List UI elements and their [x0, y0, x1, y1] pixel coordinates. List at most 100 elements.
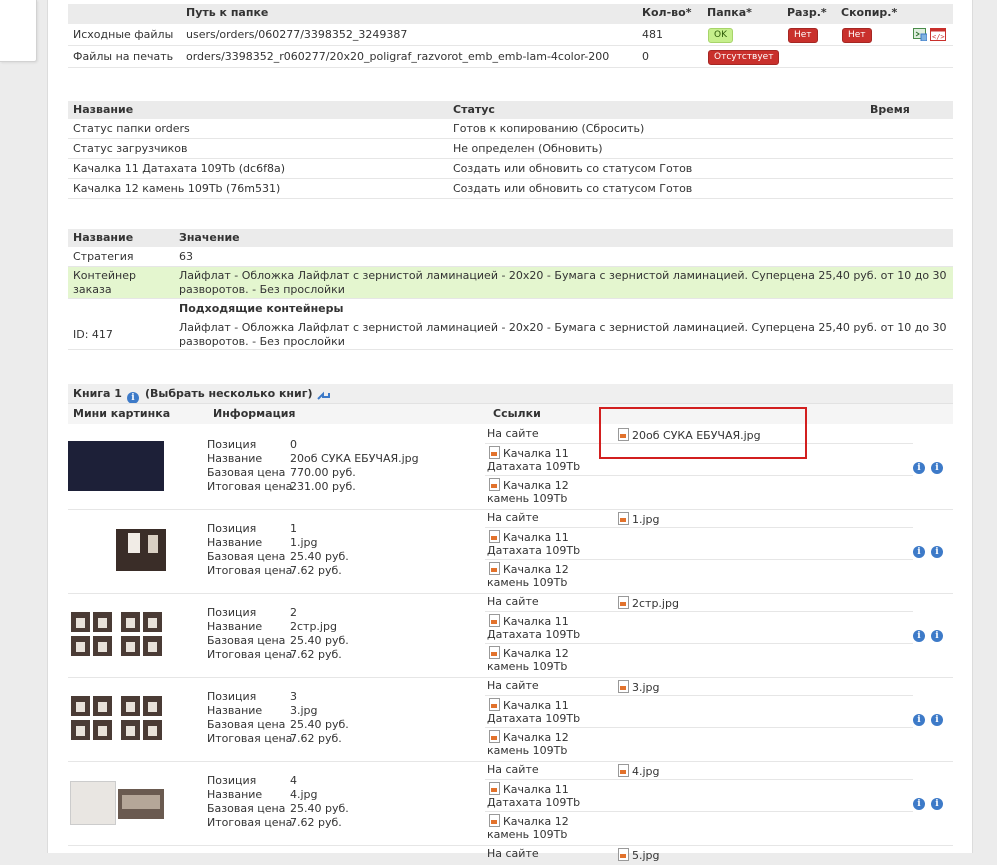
files-row: Файлы на печать orders/3398352_r060277/2… [68, 46, 953, 68]
divider [485, 727, 913, 728]
svg-text:</>: </> [932, 33, 945, 41]
container-row: Контейнер заказа Лайфлат - Обложка Лайфл… [68, 267, 953, 299]
divider [485, 475, 913, 476]
link-kachalka11[interactable]: Качалка 11 [489, 698, 569, 712]
book-item-row: Позиция 1 Название 1.jpg Базовая цена 25.40 р… [68, 509, 953, 594]
col-copied: Скопир.* [841, 6, 898, 19]
info-icon[interactable]: i [913, 796, 925, 810]
link-kachalka12[interactable]: Качалка 12 [489, 730, 569, 744]
site-file-link[interactable]: 5.jpg [618, 848, 660, 862]
link-kachalka12-sub: камень 109Tb [487, 744, 568, 757]
info-value: 2стр.jpg [290, 620, 337, 633]
file-icon [489, 814, 500, 827]
info-icon[interactable]: i [913, 544, 925, 558]
book-item-row: Позиция 4 Название 4.jpg Базовая цена 25.40 р… [68, 761, 953, 846]
files-header: Путь к папке Кол-во* Папка* Разр.* Скопи… [68, 4, 953, 24]
info-icon[interactable]: i [931, 460, 943, 474]
site-file-link[interactable]: 1.jpg [618, 512, 660, 526]
thumbnail-image[interactable] [68, 777, 164, 827]
params-header: Название Значение [68, 229, 953, 247]
file-icon [489, 646, 500, 659]
status-row: Качалка 11 Датахата 109Tb (dc6f8a) Созда… [68, 159, 953, 179]
status-row: Статус папки orders Готов к копированию … [68, 119, 953, 139]
info-value: 2 [290, 606, 297, 619]
info-label: Итоговая цена [207, 648, 293, 661]
info-label: Базовая цена [207, 466, 286, 479]
container-value: разворотов. - Без прослойки [179, 283, 345, 296]
link-kachalka11-sub: Датахата 109Tb [487, 628, 581, 641]
files-table: Путь к папке Кол-во* Папка* Разр.* Скопи… [68, 4, 953, 68]
file-icon [618, 680, 629, 693]
info-icon[interactable]: i [931, 544, 943, 558]
link-site-label: На сайте [487, 511, 539, 524]
thumbnail-image[interactable] [68, 609, 164, 659]
link-kachalka12[interactable]: Качалка 12 [489, 562, 569, 576]
files-row-path: users/orders/060277/3398352_3249387 [186, 28, 408, 41]
left-collapsed-box [0, 0, 37, 62]
info-value: 7.62 руб. [290, 732, 342, 745]
link-kachalka11[interactable]: Качалка 11 [489, 614, 569, 628]
link-site-label: На сайте [487, 763, 539, 776]
thumbnail-image[interactable] [68, 693, 164, 743]
site-file-link[interactable]: 2стр.jpg [618, 596, 679, 610]
link-kachalka12-sub: камень 109Tb [487, 576, 568, 589]
info-label: Базовая цена [207, 550, 286, 563]
info-icon[interactable]: i [931, 628, 943, 642]
divider [485, 811, 913, 812]
col-info: Информация [213, 407, 296, 420]
book-title: Книга 1 [73, 387, 122, 400]
file-icon [489, 446, 500, 459]
status-row-value[interactable]: Создать или обновить со статусом Готов [453, 159, 692, 178]
files-row-name: Исходные файлы [73, 28, 174, 41]
info-label: Базовая цена [207, 802, 286, 815]
col-folder: Папка* [707, 6, 752, 19]
link-kachalka11[interactable]: Качалка 11 [489, 782, 569, 796]
status-row-name: Качалка 12 камень 109Tb (76m531) [73, 182, 281, 195]
link-kachalka11-sub: Датахата 109Tb [487, 544, 581, 557]
link-kachalka11-sub: Датахата 109Tb [487, 796, 581, 809]
link-kachalka12[interactable]: Качалка 12 [489, 478, 569, 492]
info-icon[interactable]: i [913, 460, 925, 474]
link-kachalka11[interactable]: Качалка 11 [489, 530, 569, 544]
link-kachalka12[interactable]: Качалка 12 [489, 814, 569, 828]
status-header: Название Статус Время [68, 101, 953, 119]
link-site-label: На сайте [487, 847, 539, 860]
info-label: Позиция [207, 522, 257, 535]
link-kachalka12-sub: камень 109Tb [487, 828, 568, 841]
select-many-link[interactable]: (Выбрать несколько книг) [145, 384, 313, 403]
file-icon [489, 478, 500, 491]
info-value: 7.62 руб. [290, 648, 342, 661]
main-panel: Путь к папке Кол-во* Папка* Разр.* Скопи… [47, 0, 973, 862]
info-icon[interactable]: i [913, 712, 925, 726]
thumbnail-image[interactable] [68, 525, 166, 575]
link-kachalka12[interactable]: Качалка 12 [489, 646, 569, 660]
info-value: 25.40 руб. [290, 550, 349, 563]
info-value: 4.jpg [290, 788, 318, 801]
info-value: 7.62 руб. [290, 564, 342, 577]
thumbnail-image[interactable] [68, 441, 164, 491]
col-name: Название [73, 103, 134, 116]
divider [485, 611, 913, 612]
info-label: Название [207, 704, 263, 717]
info-icon[interactable]: i [913, 628, 925, 642]
status-row-value[interactable]: Создать или обновить со статусом Готов [453, 179, 692, 198]
info-label: Итоговая цена [207, 564, 293, 577]
status-row-value[interactable]: Готов к копированию (Сбросить) [453, 119, 644, 138]
col-status: Статус [453, 103, 495, 116]
info-label: Позиция [207, 438, 257, 451]
file-icon [489, 614, 500, 627]
status-row-value[interactable]: Не определен (Обновить) [453, 139, 603, 158]
info-label: Название [207, 788, 263, 801]
book-item-row: Позиция 2 Название 2стр.jpg Базовая цена 25.4… [68, 593, 953, 678]
suitable-value: разворотов. - Без прослойки [179, 335, 345, 348]
annotation-highlight [599, 407, 807, 459]
code-icon[interactable]: </> [930, 27, 946, 41]
info-icon[interactable]: i [931, 712, 943, 726]
container-label: заказа [73, 283, 112, 296]
info-icon[interactable]: i [931, 796, 943, 810]
link-kachalka11[interactable]: Качалка 11 [489, 446, 569, 460]
site-file-link[interactable]: 3.jpg [618, 680, 660, 694]
info-value: 3.jpg [290, 704, 318, 717]
terminal-icon[interactable] [913, 27, 928, 42]
site-file-link[interactable]: 4.jpg [618, 764, 660, 778]
